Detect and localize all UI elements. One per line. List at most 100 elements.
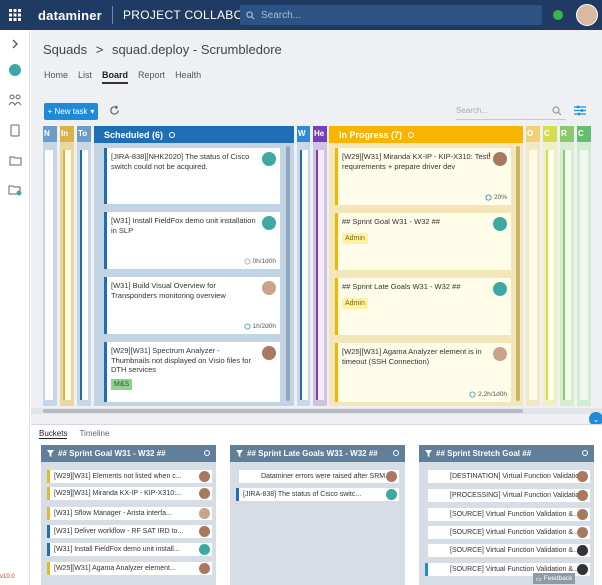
bucket-item[interactable]: [SOURCE] Virtual Function Validation &..… <box>425 508 590 521</box>
apps-grid-icon[interactable] <box>0 0 30 30</box>
tab-health[interactable]: Health <box>175 70 201 84</box>
shared-folder-icon[interactable] <box>7 182 23 198</box>
bucket-item-text: [SOURCE] Virtual Function Validation &..… <box>450 529 579 536</box>
new-task-label: + New task <box>47 107 88 116</box>
task-card[interactable]: [W29][W31] Miranda KX-IP - KIP-X310: Tes… <box>335 148 511 205</box>
bucket-item[interactable]: [W29][W31] Miranda KX-IP - KIP-X310:... <box>47 487 212 500</box>
folder-icon[interactable] <box>7 152 23 168</box>
task-card[interactable]: ## Sprint Goal W31 - W32 ## Admin <box>335 213 511 270</box>
bucket-item-text: [DESTINATION] Virtual Function Validatio… <box>450 473 585 480</box>
user-avatar[interactable] <box>576 4 598 26</box>
column-collapsed-c2[interactable]: C <box>577 126 591 406</box>
assignee-avatar <box>577 564 588 575</box>
tab-board[interactable]: Board <box>102 70 129 84</box>
bucket-item[interactable]: [DESTINATION] Virtual Function Validatio… <box>425 470 590 483</box>
bucket-item[interactable]: [SOURCE] Virtual Function Validation &..… <box>425 544 590 557</box>
bucket-header[interactable]: ## Sprint Goal W31 - W32 ## <box>41 445 216 462</box>
column-collapsed-r[interactable]: R <box>560 126 574 406</box>
task-title: [W29][W31] Spectrum Analyzer - Thumbnail… <box>111 346 251 374</box>
column-collapsed-in[interactable]: In <box>60 126 74 406</box>
assignee-avatar <box>493 217 507 231</box>
lower-tabs: Buckets Timeline <box>39 429 109 439</box>
column-letter: To <box>78 129 88 138</box>
assignee-avatar <box>199 526 210 537</box>
task-card[interactable]: [W25][W31] Agama Analyzer element is in … <box>335 343 511 402</box>
tab-home[interactable]: Home <box>44 70 68 84</box>
column-collapsed-to[interactable]: To <box>77 126 91 406</box>
squads-globe-icon[interactable] <box>7 62 23 78</box>
column-header-scheduled[interactable]: Scheduled (6) <box>94 126 294 143</box>
new-task-button[interactable]: + New task ▾ <box>44 103 98 120</box>
bucket-item[interactable]: [W25][W31] Agama Analyzer element... <box>47 562 212 575</box>
info-icon[interactable] <box>169 131 176 138</box>
logo-text: dataminer <box>38 7 102 23</box>
bucket-title: ## Sprint Late Goals W31 - W32 ## <box>247 449 378 458</box>
tablet-icon[interactable] <box>7 122 23 138</box>
tab-list[interactable]: List <box>78 70 92 84</box>
bucket-item-text: [SOURCE] Virtual Function Validation &..… <box>450 511 579 518</box>
column-letter: O <box>527 129 534 138</box>
refresh-icon[interactable] <box>109 105 121 117</box>
info-icon[interactable] <box>393 450 399 456</box>
bucket-item-text: Dataminer errors were raised after SRM..… <box>261 473 391 480</box>
column-letter: W <box>298 129 306 138</box>
feedback-button[interactable]: ▭ Feedback <box>533 573 575 584</box>
column-header-in-progress[interactable]: In Progress (7) <box>329 126 523 143</box>
filter-funnel-icon <box>425 450 432 457</box>
tab-report[interactable]: Report <box>138 70 165 84</box>
version-label: v10.0 <box>0 574 15 580</box>
scrollbar-thumb[interactable] <box>43 409 523 413</box>
board-horizontal-scrollbar[interactable] <box>31 408 602 414</box>
column-collapsed-o[interactable]: O <box>526 126 540 406</box>
tab-buckets[interactable]: Buckets <box>39 429 68 439</box>
bucket-item-text: [W29][W31] Miranda KX-IP - KIP-X310:... <box>54 490 182 497</box>
bucket-header[interactable]: ## Sprint Stretch Goal ## <box>419 445 594 462</box>
task-time-value: 20% <box>493 193 507 201</box>
info-icon[interactable] <box>582 450 588 456</box>
column-collapsed-c[interactable]: C <box>543 126 557 406</box>
task-card[interactable]: [W31] Install FieldFox demo unit install… <box>104 212 280 269</box>
column-collapsed-w[interactable]: W <box>297 126 310 406</box>
column-scrollbar[interactable] <box>516 146 520 401</box>
task-card[interactable]: [W29][W31] Spectrum Analyzer - Thumbnail… <box>104 342 280 402</box>
column-collapsed-new[interactable]: N <box>43 126 57 406</box>
caret-down-icon: ▾ <box>90 107 95 116</box>
task-card[interactable]: ## Sprint Late Goals W31 - W32 ## Admin <box>335 278 511 335</box>
assignee-avatar <box>199 508 210 519</box>
bucket-item[interactable]: Dataminer errors were raised after SRM..… <box>236 470 399 483</box>
bucket-item[interactable]: [SOURCE] Virtual Function Validation &..… <box>425 526 590 539</box>
bucket-item-text: [SOURCE] Virtual Function Validation &..… <box>450 547 579 554</box>
bucket-item[interactable]: [W31] Sflow Manager - Arista interfa... <box>47 507 212 520</box>
bucket-sprint-stretch-goal: ## Sprint Stretch Goal ## [DESTINATION] … <box>419 445 594 585</box>
tab-timeline[interactable]: Timeline <box>79 429 109 439</box>
bucket-item[interactable]: [W31] Install FieldFox demo unit install… <box>47 543 212 556</box>
task-time: 2.2h/1d0h <box>469 390 507 400</box>
assignee-avatar <box>262 346 276 360</box>
bucket-item[interactable]: [W29][W31] Elements not listed when c... <box>47 470 212 483</box>
global-search-input[interactable]: Search... <box>240 5 542 25</box>
board-settings-icon[interactable] <box>574 105 586 119</box>
assignee-avatar <box>577 490 588 501</box>
assignee-avatar <box>577 527 588 538</box>
bucket-header[interactable]: ## Sprint Late Goals W31 - W32 ## <box>230 445 405 462</box>
bucket-sprint-goal: ## Sprint Goal W31 - W32 ## [W29][W31] E… <box>41 445 216 585</box>
column-collapsed-he[interactable]: He <box>313 126 327 406</box>
board-search-input[interactable]: Search... <box>456 106 566 120</box>
info-icon[interactable] <box>408 131 415 138</box>
breadcrumb-root[interactable]: Squads <box>43 42 87 57</box>
bucket-item[interactable]: [W31] Deliver workflow - RF SAT IRD to..… <box>47 525 212 538</box>
task-card[interactable]: [W31] Build Visual Overview for Transpon… <box>104 277 280 334</box>
bucket-item[interactable]: [PROCESSING] Virtual Function Validatio.… <box>425 489 590 502</box>
bucket-item[interactable]: [JIRA-838] The status of Cisco switc... <box>236 488 399 501</box>
board-search-icon[interactable] <box>552 106 562 119</box>
bucket-item-text: [JIRA-838] The status of Cisco switc... <box>243 491 362 498</box>
collapsed-cards <box>45 150 53 400</box>
people-icon[interactable] <box>7 92 23 108</box>
column-scrollbar[interactable] <box>286 146 290 401</box>
collapsed-cards <box>300 150 308 400</box>
info-icon[interactable] <box>204 450 210 456</box>
top-bar: dataminer PROJECT COLLABORATION Search..… <box>0 0 602 30</box>
feedback-icon: ▭ <box>535 575 542 583</box>
task-card[interactable]: [JIRA-838][NHK2020] The status of Cisco … <box>104 148 280 204</box>
expand-chevron-icon[interactable] <box>7 36 23 52</box>
